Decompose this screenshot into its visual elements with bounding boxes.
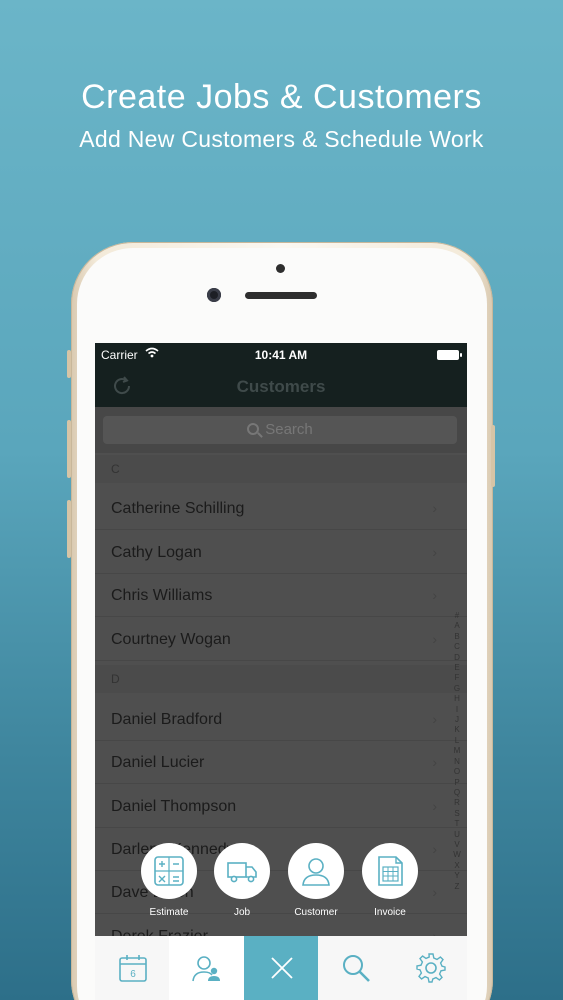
chevron-right-icon: ›	[432, 500, 437, 516]
chevron-right-icon: ›	[432, 631, 437, 647]
promo-subtitle: Add New Customers & Schedule Work	[79, 126, 484, 152]
status-time: 10:41 AM	[254, 348, 308, 362]
promo-title: Create Jobs & Customers	[81, 78, 482, 116]
search-input[interactable]: Search	[103, 416, 457, 444]
alpha-index-letter[interactable]: R	[451, 798, 463, 808]
customer-row[interactable]: Cathy Logan ›	[95, 531, 467, 574]
customer-row[interactable]: Chris Williams ›	[95, 574, 467, 617]
customer-row[interactable]: Daniel Bradford ›	[95, 698, 467, 741]
alpha-index-letter[interactable]: J	[451, 715, 463, 725]
status-bar: Carrier 10:41 AM	[95, 343, 467, 365]
gear-icon	[415, 953, 446, 983]
phone-sensor-dot	[276, 264, 285, 273]
alpha-index-letter[interactable]: S	[451, 809, 463, 819]
customer-name: Daniel Lucier	[111, 754, 205, 771]
volume-up-button	[67, 420, 71, 478]
truck-icon	[227, 862, 257, 883]
section-header-d: D	[95, 665, 467, 693]
power-button	[491, 425, 495, 487]
alpha-index-letter[interactable]: O	[451, 767, 463, 777]
person-icon	[302, 858, 330, 886]
page-title: Customers	[236, 377, 326, 396]
chevron-right-icon: ›	[432, 711, 437, 727]
alpha-index-letter[interactable]: K	[451, 725, 463, 735]
quick-create-menu: Estimate Job Customer Invoice	[95, 843, 467, 923]
front-camera	[207, 288, 221, 302]
alpha-index-letter[interactable]: H	[451, 694, 463, 704]
invoice-button[interactable]	[362, 843, 418, 899]
alpha-index-letter[interactable]: P	[451, 778, 463, 788]
customer-row[interactable]: Courtney Wogan ›	[95, 618, 467, 661]
customer-name: Cathy Logan	[111, 544, 202, 561]
alpha-index-letter[interactable]: F	[451, 673, 463, 683]
search-bar-container: Search	[95, 407, 467, 453]
alpha-index-letter[interactable]: B	[451, 632, 463, 642]
customer-row[interactable]: Daniel Thompson ›	[95, 785, 467, 828]
close-icon	[271, 957, 293, 979]
customer-row[interactable]: Catherine Schilling ›	[95, 487, 467, 530]
calculator-icon	[154, 856, 184, 886]
customer-row[interactable]: Daniel Lucier ›	[95, 741, 467, 784]
alpha-index-letter[interactable]: I	[451, 705, 463, 715]
alpha-index-letter[interactable]: C	[451, 642, 463, 652]
battery-icon	[437, 350, 462, 360]
alpha-index-letter[interactable]: M	[451, 746, 463, 756]
tab-close[interactable]	[243, 936, 319, 1000]
chevron-right-icon: ›	[432, 587, 437, 603]
alpha-index-letter[interactable]: L	[451, 736, 463, 746]
mute-switch	[67, 350, 71, 378]
job-button[interactable]	[214, 843, 270, 899]
nav-bar: Customers	[95, 365, 467, 407]
alpha-index-letter[interactable]: A	[451, 621, 463, 631]
tab-search[interactable]	[318, 936, 392, 1000]
search-icon	[247, 423, 260, 435]
customer-name: Courtney Wogan	[111, 631, 231, 648]
customer-name: Chris Williams	[111, 587, 213, 604]
customer-name: Catherine Schilling	[111, 500, 245, 517]
alpha-index-letter[interactable]: D	[451, 653, 463, 663]
tab-bar: 6	[95, 936, 467, 1000]
search-icon	[343, 955, 371, 982]
calendar-icon: 6	[119, 955, 147, 982]
phone-speaker	[245, 292, 317, 299]
section-header-c: C	[95, 455, 467, 483]
chevron-right-icon: ›	[432, 544, 437, 560]
customer-name: Daniel Thompson	[111, 798, 237, 815]
estimate-label: Estimate	[149, 907, 189, 918]
customers-icon	[192, 956, 221, 982]
search-placeholder: Search	[265, 421, 313, 438]
job-label: Job	[233, 907, 251, 918]
alpha-index-letter[interactable]: T	[451, 819, 463, 829]
alpha-index-letter[interactable]: E	[451, 663, 463, 673]
invoice-icon	[378, 856, 403, 886]
tab-customers[interactable]	[169, 936, 244, 1000]
alpha-index-letter[interactable]: U	[451, 830, 463, 840]
chevron-right-icon: ›	[432, 754, 437, 770]
alpha-index-letter[interactable]: Q	[451, 788, 463, 798]
customer-name: Daniel Bradford	[111, 711, 223, 728]
alpha-index-letter[interactable]: N	[451, 757, 463, 767]
volume-down-button	[67, 500, 71, 558]
invoice-label: Invoice	[374, 907, 406, 918]
customer-button[interactable]	[288, 843, 344, 899]
estimate-button[interactable]	[141, 843, 197, 899]
phone-screen: Carrier 10:41 AM Customers Search C Cath…	[95, 343, 467, 1000]
calendar-day: 6	[130, 969, 136, 980]
chevron-right-icon: ›	[432, 798, 437, 814]
alpha-index-letter[interactable]: G	[451, 684, 463, 694]
customer-label: Customer	[294, 907, 338, 918]
tab-calendar[interactable]: 6	[95, 936, 169, 1000]
alpha-index-letter[interactable]: #	[451, 611, 463, 621]
tab-settings[interactable]	[393, 936, 467, 1000]
